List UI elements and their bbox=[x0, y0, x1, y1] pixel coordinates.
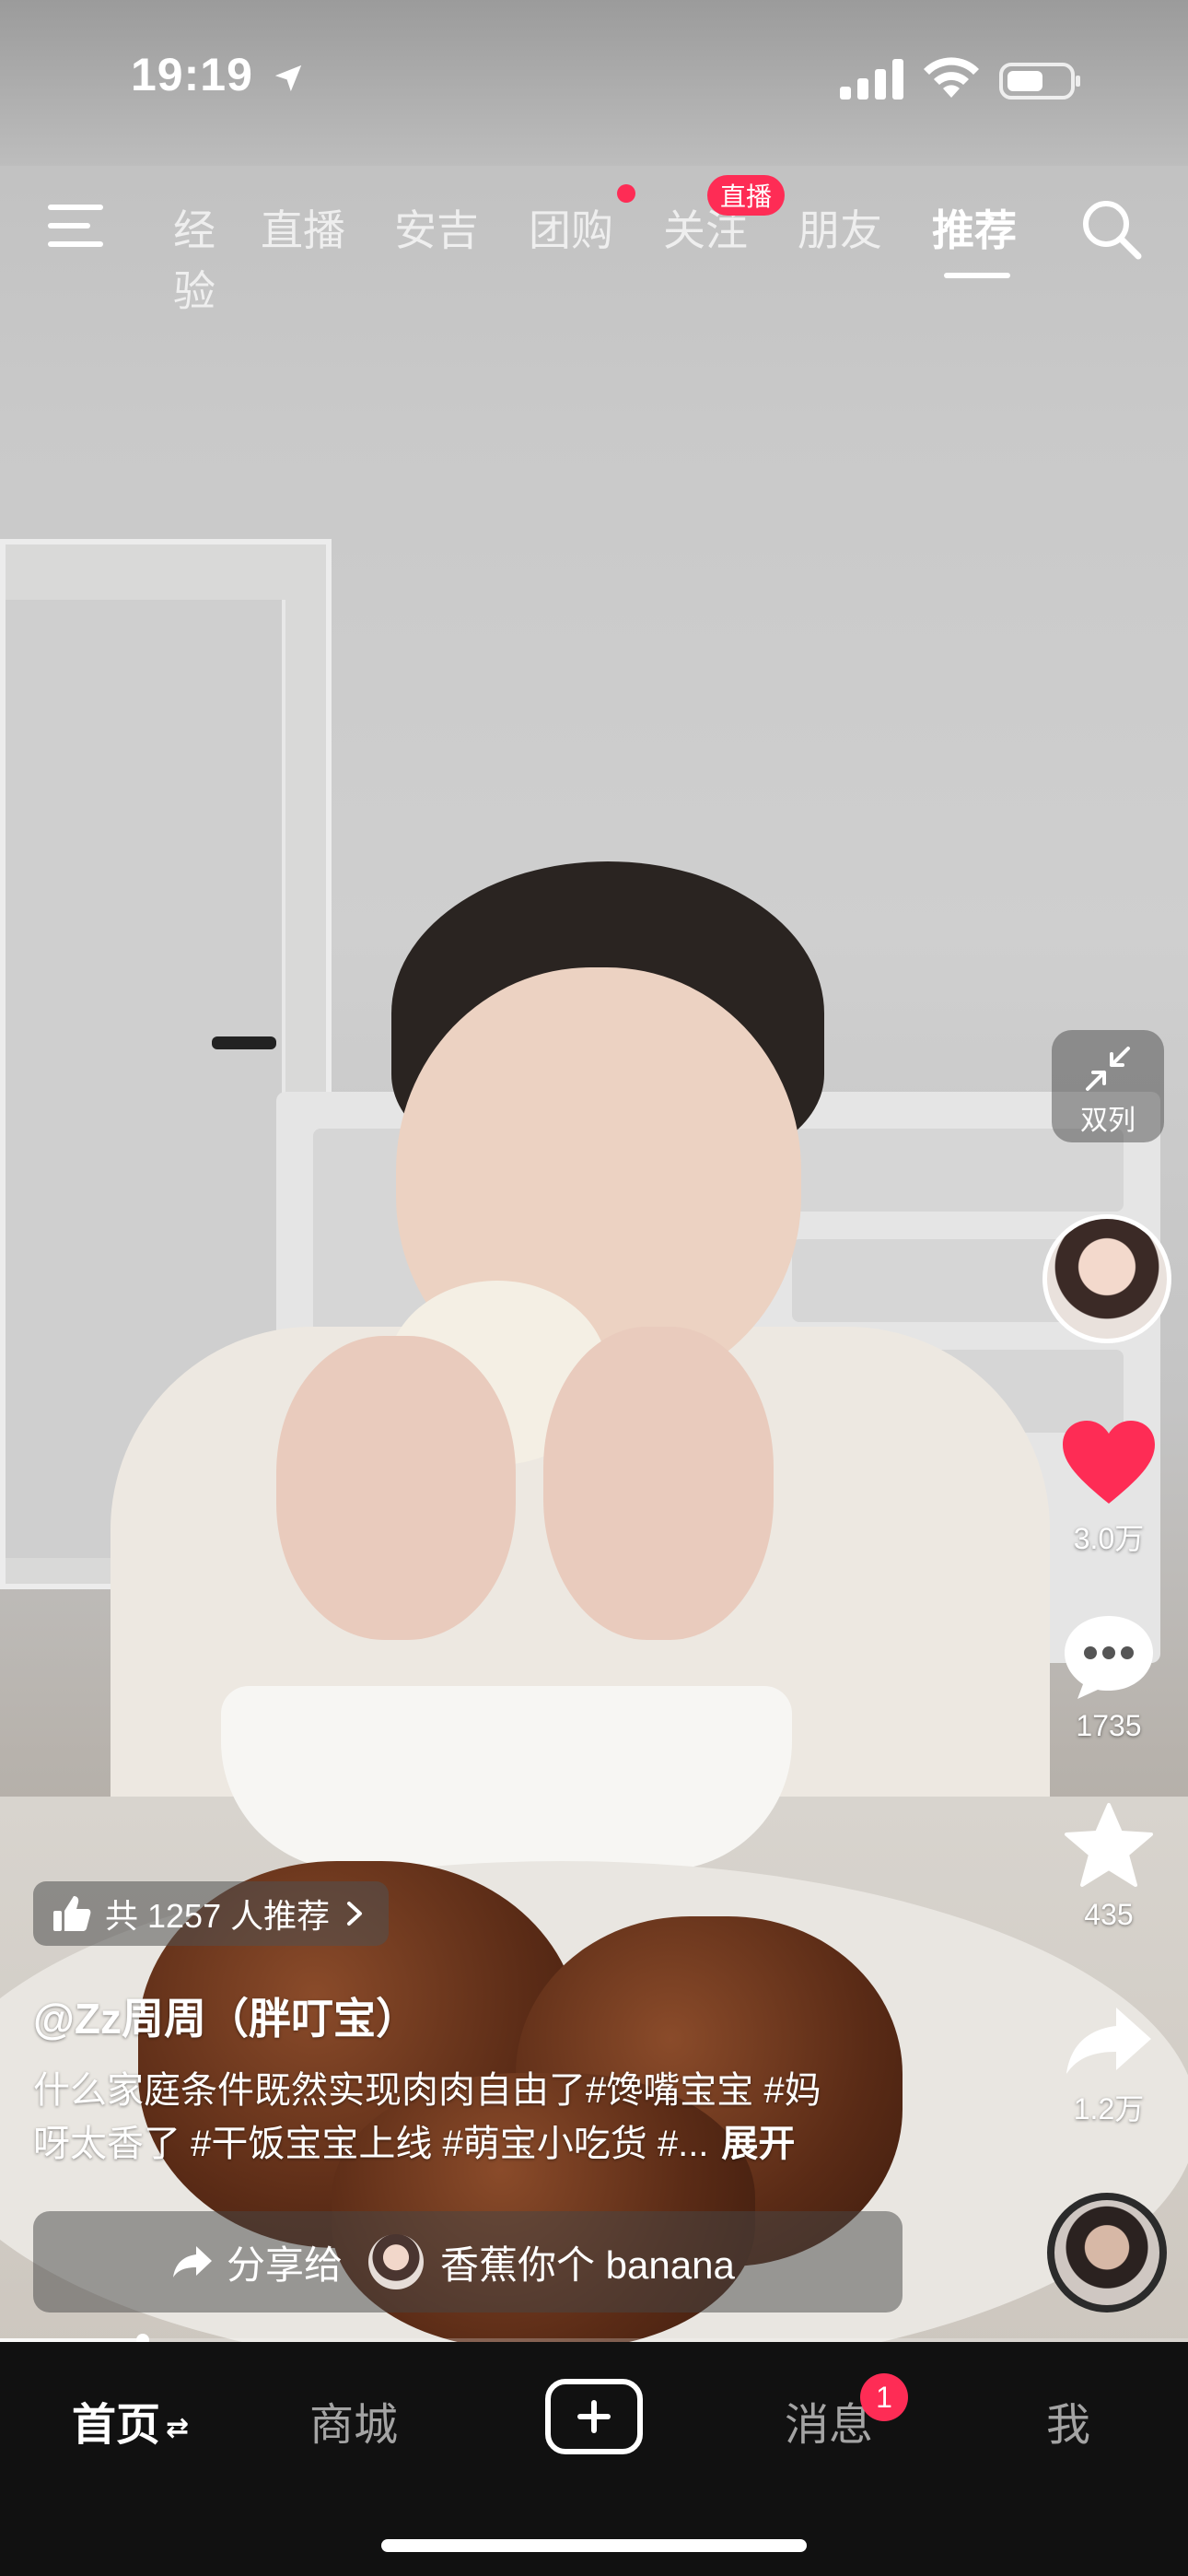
share-button[interactable]: 1.2万 bbox=[1044, 2004, 1173, 2128]
share-arrow-icon bbox=[173, 2246, 212, 2277]
favorite-count: 435 bbox=[1084, 1898, 1134, 1931]
caption-line-2: 呀太香了 #干饭宝宝上线 #萌宝小吃货 #... 展开 bbox=[33, 2117, 963, 2171]
bottom-tab-me[interactable]: 我 bbox=[1046, 2388, 1090, 2453]
swap-icon: ⇄ bbox=[166, 2412, 190, 2443]
home-indicator bbox=[381, 2539, 807, 2552]
menu-icon[interactable] bbox=[48, 203, 107, 249]
scene-hand-left bbox=[276, 1336, 516, 1640]
like-count: 3.0万 bbox=[1073, 1522, 1145, 1555]
dual-column-button[interactable]: 双列 bbox=[1052, 1030, 1164, 1142]
comment-count: 1735 bbox=[1076, 1709, 1142, 1742]
tab-group-buy[interactable]: 团购 bbox=[529, 197, 613, 258]
bottom-tab-home[interactable]: 首页 ⇄ bbox=[72, 2388, 189, 2453]
live-badge: 直播 bbox=[707, 175, 786, 216]
author-name[interactable]: @Zz周周（胖叮宝） bbox=[33, 1985, 418, 2046]
top-navigation: 经验 直播 安吉 团购 关注 直播 朋友 推荐 bbox=[0, 175, 1188, 315]
author-avatar[interactable] bbox=[1042, 1214, 1171, 1343]
status-time: 19:19 bbox=[131, 49, 253, 100]
comment-button[interactable]: 1735 bbox=[1044, 1612, 1173, 1743]
thumbs-up-icon bbox=[53, 1896, 91, 1931]
create-button[interactable] bbox=[545, 2379, 643, 2454]
tab-recommend[interactable]: 推荐 bbox=[932, 197, 1017, 258]
chevron-right-icon bbox=[347, 1902, 363, 1926]
wifi-icon bbox=[924, 57, 979, 98]
tab-experience[interactable]: 经验 bbox=[138, 197, 215, 319]
expand-caption-button[interactable]: 展开 bbox=[721, 2124, 795, 2164]
recommend-text: 共 1257 人推荐 bbox=[105, 1897, 331, 1935]
caption-line-1: 什么家庭条件既然实现肉肉自由了#馋嘴宝宝 #妈 bbox=[33, 2070, 821, 2111]
scene-door-handle bbox=[212, 1036, 276, 1049]
recommend-pill[interactable]: 共 1257 人推荐 bbox=[33, 1881, 390, 1946]
active-tab-indicator bbox=[944, 273, 1010, 278]
bottom-tab-mall[interactable]: 商城 bbox=[309, 2388, 398, 2453]
location-arrow-icon bbox=[274, 64, 302, 92]
heart-icon bbox=[1063, 1421, 1155, 1504]
tab-live[interactable]: 直播 bbox=[261, 197, 345, 258]
music-disc[interactable] bbox=[1047, 2193, 1167, 2313]
share-label: 分享给 bbox=[227, 2242, 344, 2287]
dual-column-label: 双列 bbox=[1080, 1106, 1136, 1136]
cellular-signal-icon bbox=[840, 59, 903, 100]
video-caption: 什么家庭条件既然实现肉肉自由了#馋嘴宝宝 #妈 呀太香了 #干饭宝宝上线 #萌宝… bbox=[33, 2064, 963, 2171]
caption-line-2-text: 呀太香了 #干饭宝宝上线 #萌宝小吃货 #... bbox=[33, 2124, 709, 2164]
like-button[interactable]: 3.0万 bbox=[1044, 1419, 1173, 1558]
bottom-tab-home-label: 首页 bbox=[72, 2401, 161, 2450]
app-screen: 19:19 经验 直播 安吉 团购 关注 直播 朋友 推荐 双列 3.0万 17… bbox=[0, 0, 1188, 2576]
share-icon bbox=[1066, 2008, 1151, 2074]
scene-hand-right bbox=[543, 1327, 774, 1640]
star-icon bbox=[1065, 1803, 1153, 1887]
share-target-name: 香蕉你个 banana bbox=[440, 2242, 735, 2287]
battery-icon bbox=[999, 63, 1080, 100]
bottom-tab-bar: 首页 ⇄ 商城 消息 1 我 bbox=[0, 2342, 1188, 2576]
favorite-button[interactable]: 435 bbox=[1044, 1801, 1173, 1932]
share-target-avatar bbox=[368, 2234, 425, 2289]
scene-rice-bowl bbox=[221, 1686, 792, 1870]
messages-badge: 1 bbox=[860, 2373, 908, 2421]
tab-friends[interactable]: 朋友 bbox=[798, 197, 882, 258]
tab-anji[interactable]: 安吉 bbox=[394, 197, 479, 258]
collapse-icon bbox=[1086, 1047, 1130, 1091]
search-icon[interactable] bbox=[1079, 197, 1144, 262]
status-bar: 19:19 bbox=[0, 0, 1188, 157]
comment-icon bbox=[1065, 1616, 1153, 1699]
group-buy-notification-dot bbox=[617, 184, 635, 203]
share-to-friend-bar[interactable]: 分享给 香蕉你个 banana bbox=[33, 2211, 903, 2313]
share-count: 1.2万 bbox=[1073, 2092, 1145, 2125]
